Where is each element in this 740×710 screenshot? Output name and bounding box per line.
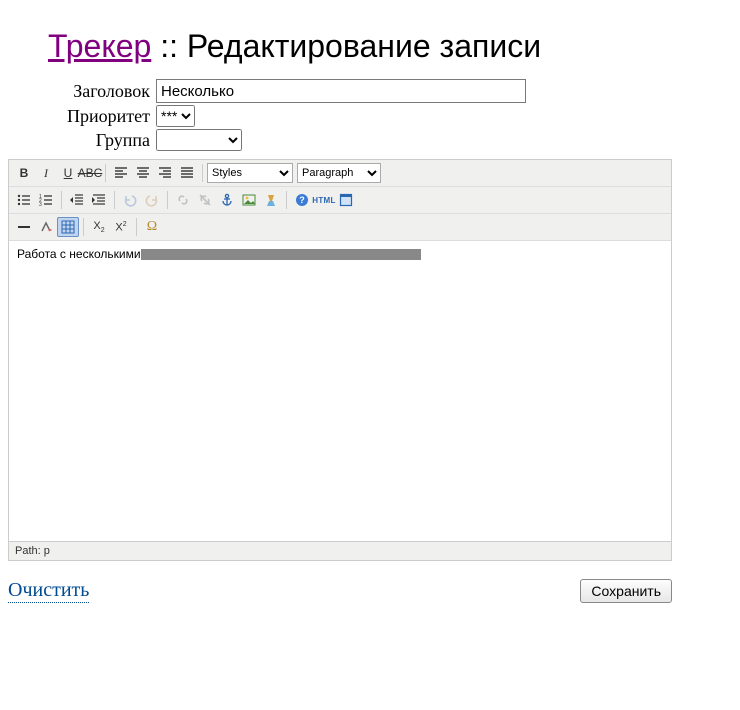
- underline-button[interactable]: U: [57, 163, 79, 183]
- html-button[interactable]: HTML: [313, 190, 335, 210]
- title-sep: ::: [151, 28, 187, 64]
- italic-button[interactable]: I: [35, 163, 57, 183]
- group-label: Группа: [48, 130, 150, 151]
- guidelines-button[interactable]: [57, 217, 79, 237]
- superscript-button[interactable]: X2: [110, 217, 132, 237]
- bottom-bar: Очистить Сохранить: [8, 579, 672, 603]
- separator-icon: [83, 218, 84, 236]
- title-text: Редактирование записи: [187, 28, 541, 64]
- save-button[interactable]: Сохранить: [580, 579, 672, 603]
- toolbar-row-1: B I U ABC Styles Paragraph: [9, 160, 671, 187]
- separator-icon: [114, 191, 115, 209]
- body-text: Работа с несколькими: [17, 247, 141, 261]
- paragraph-select[interactable]: Paragraph: [297, 163, 381, 183]
- styles-select[interactable]: Styles: [207, 163, 293, 183]
- image-button[interactable]: [238, 190, 260, 210]
- separator-icon: [167, 191, 168, 209]
- separator-icon: [105, 164, 106, 182]
- title-label: Заголовок: [48, 81, 150, 102]
- page-title: Трекер :: Редактирование записи: [48, 28, 732, 65]
- path-label: Path: p: [15, 545, 50, 557]
- priority-label: Приоритет: [48, 106, 150, 127]
- strike-button[interactable]: ABC: [79, 163, 101, 183]
- separator-icon: [202, 164, 203, 182]
- align-justify-button[interactable]: [176, 163, 198, 183]
- redacted-text: [141, 249, 421, 260]
- align-left-button[interactable]: [110, 163, 132, 183]
- svg-text:3: 3: [39, 202, 42, 207]
- subscript-button[interactable]: X2: [88, 217, 110, 237]
- bold-button[interactable]: B: [13, 163, 35, 183]
- tracker-link[interactable]: Трекер: [48, 28, 151, 64]
- cleanup-button[interactable]: [260, 190, 282, 210]
- align-right-button[interactable]: [154, 163, 176, 183]
- remove-format-button[interactable]: [35, 217, 57, 237]
- priority-select[interactable]: ***: [156, 105, 195, 127]
- fullscreen-button[interactable]: [335, 190, 357, 210]
- toolbar-row-2: 123 ? HTML: [9, 187, 671, 214]
- bullet-list-button[interactable]: [13, 190, 35, 210]
- clear-link[interactable]: Очистить: [8, 579, 89, 603]
- editor-status-bar: Path: p: [9, 541, 671, 560]
- number-list-button[interactable]: 123: [35, 190, 57, 210]
- toolbar-row-3: X2 X2 Ω: [9, 214, 671, 241]
- separator-icon: [286, 191, 287, 209]
- anchor-button[interactable]: [216, 190, 238, 210]
- hr-button[interactable]: [13, 217, 35, 237]
- unlink-button[interactable]: [194, 190, 216, 210]
- outdent-button[interactable]: [66, 190, 88, 210]
- rich-text-editor: B I U ABC Styles Paragraph 123: [8, 159, 672, 561]
- separator-icon: [136, 218, 137, 236]
- redo-button[interactable]: [141, 190, 163, 210]
- help-button[interactable]: ?: [291, 190, 313, 210]
- separator-icon: [61, 191, 62, 209]
- editor-body[interactable]: Работа с несколькими: [9, 241, 671, 541]
- link-button[interactable]: [172, 190, 194, 210]
- indent-button[interactable]: [88, 190, 110, 210]
- svg-text:?: ?: [299, 195, 305, 205]
- align-center-button[interactable]: [132, 163, 154, 183]
- title-input[interactable]: [156, 79, 526, 103]
- charmap-button[interactable]: Ω: [141, 217, 163, 237]
- undo-button[interactable]: [119, 190, 141, 210]
- group-select[interactable]: [156, 129, 242, 151]
